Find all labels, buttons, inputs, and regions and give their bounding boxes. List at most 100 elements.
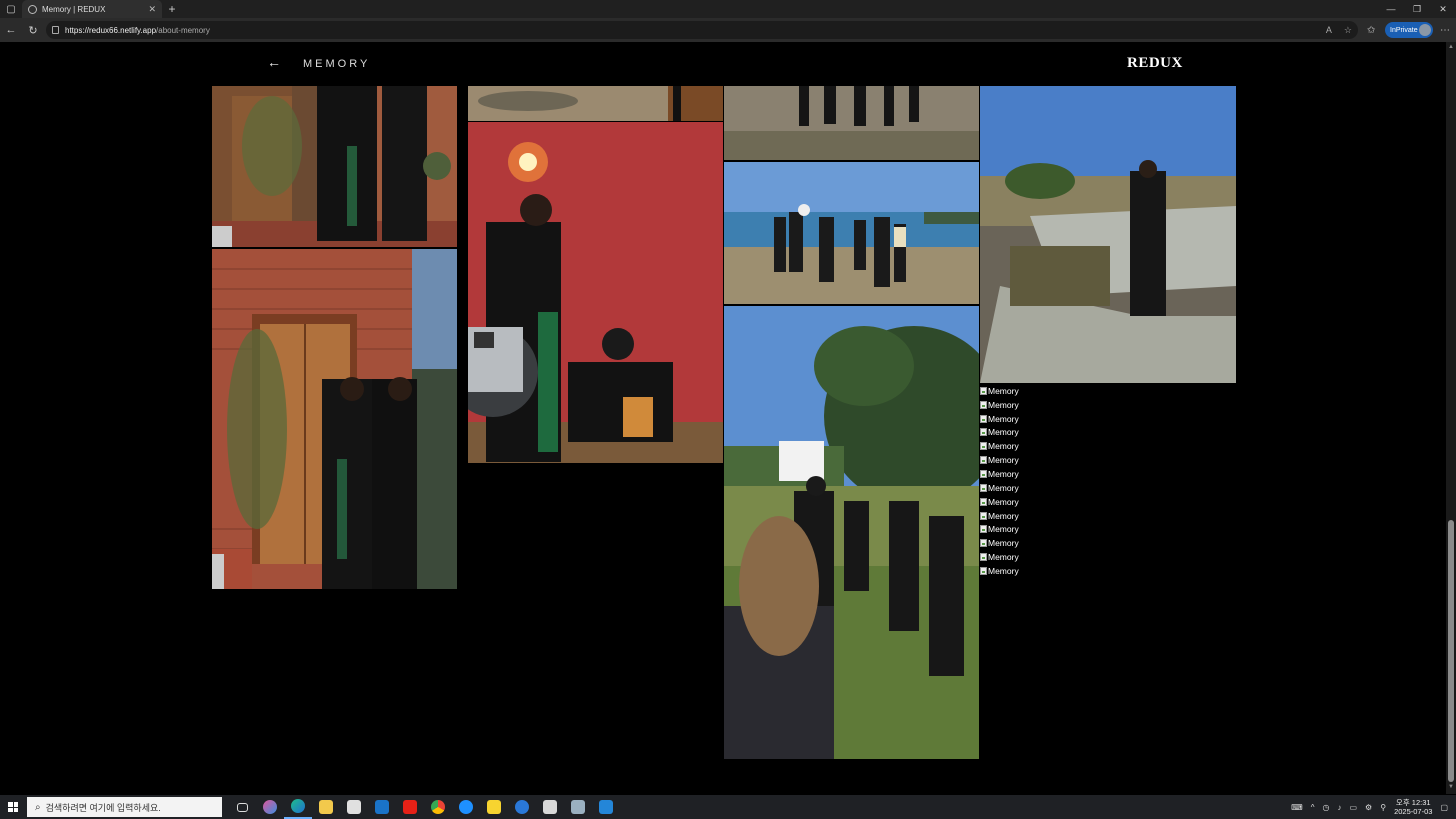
broken-image[interactable]: Memory [980,509,1019,523]
new-tab-button[interactable]: + [162,2,182,16]
broken-image[interactable]: Memory [980,495,1019,509]
back-button[interactable]: ← [0,18,22,42]
tab-memory-redux[interactable]: Memory | REDUX ✕ [22,0,162,18]
tray-chevron-icon[interactable]: ^ [1311,803,1315,812]
search-icon: ⌕ [35,801,41,813]
lock-icon[interactable] [52,26,59,34]
clock-date: 2025-07-03 [1394,807,1433,816]
url-text[interactable]: https://redux66.netlify.app/about-memory [65,26,210,35]
app-gray-icon[interactable] [536,795,564,819]
broken-image[interactable]: Memory [980,564,1019,578]
page-scrollbar[interactable]: ▲ ▼ [1446,42,1456,794]
broken-image-icon [980,456,987,465]
photo-beach-crew[interactable] [724,162,979,304]
page-title: MEMORY [303,58,371,70]
inprivate-badge[interactable]: InPrivate [1385,22,1433,38]
edge-icon[interactable] [284,795,312,819]
globe-icon [28,4,37,14]
tab-title: Memory | REDUX [42,4,106,14]
tab-actions-icon[interactable]: ▢ [0,0,22,18]
broken-image-alt: Memory [988,468,1019,479]
clock-time: 오후 12:31 [1395,798,1431,807]
store-icon[interactable] [340,795,368,819]
broken-image-alt: Memory [988,510,1019,521]
address-bar[interactable]: https://redux66.netlify.app/about-memory… [46,21,1358,39]
taskbar-apps [228,795,620,819]
broken-image-icon [980,469,987,478]
scroll-thumb[interactable] [1448,520,1454,782]
browser-tab-bar: ▢ Memory | REDUX ✕ + — ❐ ✕ [0,0,1456,18]
refresh-button[interactable]: ↻ [22,18,44,42]
scroll-down-icon[interactable]: ▼ [1447,784,1455,792]
broken-image[interactable]: Memory [980,426,1019,440]
internet-explorer-icon[interactable] [452,795,480,819]
minimize-button[interactable]: — [1378,0,1404,18]
browser-toolbar: ← ↻ https://redux66.netlify.app/about-me… [0,18,1456,42]
broken-image-alt: Memory [988,565,1019,576]
task-view-icon[interactable] [228,795,256,819]
broken-image[interactable]: Memory [980,453,1019,467]
broken-image[interactable]: Memory [980,384,1019,398]
photo-floor-puddle[interactable] [468,86,723,121]
broken-image-icon [980,497,987,506]
clock[interactable]: 오후 12:31 2025-07-03 [1394,798,1432,816]
settings-icon[interactable]: ⚙ [1365,803,1372,812]
scroll-up-icon[interactable]: ▲ [1447,44,1455,52]
app-blue-icon[interactable] [508,795,536,819]
broken-image-icon [980,414,987,423]
windows-taskbar: ⌕ 검색하려면 여기에 입력하세요. ⌨ ^ ◷ ♪ ▭ ⚙ ⚲ 오후 12:3… [0,795,1456,819]
url-host: https://redux66.netlify.app [65,25,157,35]
photo-model-on-concrete[interactable] [980,86,1236,383]
back-arrow-icon[interactable]: ← [267,54,281,70]
photo-crew-on-rocks[interactable] [724,86,979,160]
broken-image-icon [980,483,987,492]
brand-logo[interactable]: REDUX [1127,55,1183,72]
broken-image-alt: Memory [988,399,1019,410]
tab-close-icon[interactable]: ✕ [148,4,156,15]
broken-image-icon [980,386,987,395]
read-aloud-icon[interactable]: A [1326,25,1332,35]
taskbar-search-box[interactable]: ⌕ 검색하려면 여기에 입력하세요. [27,797,222,817]
broken-image-alt: Memory [988,455,1019,466]
broken-image[interactable]: Memory [980,536,1019,550]
chrome-icon[interactable] [424,795,452,819]
more-options-icon[interactable]: ⋯ [1437,18,1453,42]
broken-image-alt: Memory [988,482,1019,493]
broken-image[interactable]: Memory [980,467,1019,481]
address-bar-actions: A ☆ [1326,21,1352,39]
broken-image-icon [980,442,987,451]
notifications-icon[interactable]: ▢ [1440,803,1448,812]
restore-button[interactable]: ❐ [1404,0,1430,18]
broken-image-alt: Memory [988,538,1019,549]
photo-doorway-couple[interactable] [212,249,457,589]
youtube-icon[interactable] [396,795,424,819]
broken-image[interactable]: Memory [980,412,1019,426]
file-explorer-icon[interactable] [312,795,340,819]
broken-image-alt: Memory [988,413,1019,424]
close-window-button[interactable]: ✕ [1430,0,1456,18]
network-icon[interactable]: ◷ [1322,803,1329,812]
outlook-icon[interactable] [368,795,396,819]
broken-image[interactable]: Memory [980,481,1019,495]
broken-image[interactable]: Memory [980,439,1019,453]
start-button[interactable] [0,795,26,819]
display-icon[interactable]: ▭ [1349,803,1357,812]
favorites-icon[interactable]: ✩ [1367,18,1381,42]
photo-doorway-couple-top[interactable] [212,86,457,247]
keyboard-icon[interactable]: ⌨ [1291,803,1303,812]
vscode-icon[interactable] [592,795,620,819]
favorite-star-icon[interactable]: ☆ [1344,25,1352,36]
broken-image[interactable]: Memory [980,522,1019,536]
photo-red-wall-models[interactable] [468,122,723,463]
broken-image[interactable]: Memory [980,398,1019,412]
location-icon[interactable]: ⚲ [1380,803,1386,812]
photo-pine-tree-crew[interactable] [724,306,979,759]
sticky-notes-icon[interactable] [480,795,508,819]
volume-icon[interactable]: ♪ [1337,803,1341,812]
app-gray-2-icon[interactable] [564,795,592,819]
broken-image[interactable]: Memory [980,550,1019,564]
site-header: ← MEMORY REDUX [2,42,1445,86]
copilot-icon[interactable] [256,795,284,819]
page-viewport: ← MEMORY REDUX Memory Memory Memory Memo… [2,42,1445,794]
broken-image-icon [980,525,987,534]
